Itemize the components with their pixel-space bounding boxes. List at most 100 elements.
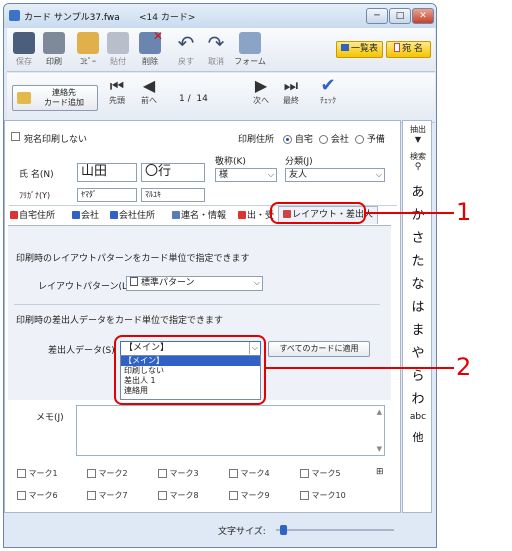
chevron-down-icon: ⌵ [375, 170, 382, 179]
minimize-button[interactable]: ─ [366, 8, 388, 24]
first-button[interactable]: ⏮ 先頭 [105, 77, 129, 106]
mark-1[interactable]: マーク1 [17, 468, 58, 479]
mark-7[interactable]: マーク7 [87, 490, 128, 501]
index-ma[interactable]: ま [403, 319, 433, 338]
form-button[interactable]: フォーム [233, 30, 267, 70]
close-button[interactable]: ✕ [412, 8, 434, 24]
copy-icon [77, 32, 99, 54]
no-print-checkbox[interactable] [11, 132, 20, 142]
font-size-slider[interactable] [276, 525, 394, 535]
status-bar: 文字サイズ: [4, 514, 432, 544]
maximize-button[interactable]: □ [389, 8, 411, 24]
print-address-label: 印刷住所 [238, 135, 275, 145]
last-name-field[interactable]: 山田 [77, 163, 137, 182]
printer-icon [43, 32, 65, 54]
sender-data-label: 差出人データ(S) [48, 346, 115, 356]
radio-company[interactable]: 会社 [319, 132, 349, 145]
radio-icon [283, 135, 292, 144]
callout-number-1: 1 [456, 198, 472, 226]
index-abc[interactable]: abc [403, 412, 433, 422]
window-title: カード サンプル37.fwa [24, 13, 120, 23]
tab-company-address[interactable]: 会社住所 [110, 208, 155, 224]
mark-4[interactable]: マーク4 [229, 468, 270, 479]
index-ya[interactable]: や [403, 342, 433, 361]
name-label: 氏 名(N) [19, 170, 54, 180]
scroll-up-icon[interactable]: ▲ [377, 408, 382, 416]
app-icon [9, 10, 20, 21]
index-wa[interactable]: わ [403, 388, 433, 407]
sender-description: 印刷時の差出人データをカード単位で指定できます [16, 316, 224, 326]
last-icon: ⏭ [283, 76, 299, 95]
extract-button[interactable]: 抽出 ▼ [403, 125, 433, 145]
index-sa[interactable]: さ [403, 227, 433, 246]
layout-description: 印刷時のレイアウトパターンをカード単位で指定できます [16, 254, 250, 264]
mark-3[interactable]: マーク3 [158, 468, 199, 479]
window-subtitle: <14 カード> [139, 13, 196, 23]
redo-icon: ↷ [207, 31, 225, 55]
list-view-button[interactable]: 一覧表 [336, 41, 383, 58]
prev-button[interactable]: ◀ 前へ [137, 77, 161, 106]
apply-all-button[interactable]: すべてのカードに適用 [268, 341, 370, 357]
checkbox-icon [17, 469, 26, 478]
index-ha[interactable]: は [403, 296, 433, 315]
mark-5[interactable]: マーク5 [300, 468, 341, 479]
check-button[interactable]: ✔ ﾁｪｯｸ [315, 77, 341, 106]
layout-pattern-select[interactable]: 標準パターン ⌵ [126, 276, 263, 291]
first-icon: ⏮ [109, 76, 125, 95]
slider-thumb[interactable] [280, 525, 287, 535]
atena-view-button[interactable]: 宛 名 [386, 41, 431, 58]
marks-settings-icon[interactable]: ⊞ [376, 467, 384, 477]
first-name-field[interactable]: 〇行 [141, 163, 205, 182]
panel-divider [14, 304, 380, 305]
layout-pattern-label: レイアウトパターン(L) [38, 282, 131, 292]
tab-company[interactable]: 会社 [72, 208, 99, 224]
checkbox-icon [229, 469, 238, 478]
checkbox-icon [300, 469, 309, 478]
honorific-select[interactable]: 様 ⌵ [215, 168, 277, 182]
checkbox-icon [229, 491, 238, 500]
radio-home[interactable]: 自宅 [283, 132, 313, 145]
next-button[interactable]: ▶ 次へ [249, 77, 273, 106]
mark-8[interactable]: マーク8 [158, 490, 199, 501]
home-icon [10, 211, 18, 219]
last-button[interactable]: ⏭ 最終 [279, 77, 303, 106]
category-select[interactable]: 友人 ⌵ [285, 168, 385, 182]
category-label: 分類(J) [285, 157, 313, 167]
furigana-first-field[interactable]: ﾏﾙﾕｷ [141, 188, 205, 202]
search-button[interactable]: 検索 ⚲ [403, 152, 433, 172]
paste-button[interactable]: 貼付 [103, 30, 133, 70]
toolbar: 保存 印刷 ｺﾋﾟｰ 貼付 ✕ 削除 ↶ 戻す ↷ 取消 フォーム 一覧表 宛 … [7, 28, 435, 72]
building-address-icon [110, 211, 118, 219]
index-other[interactable]: 他 [403, 429, 433, 445]
undo-button[interactable]: ↶ 戻す [171, 30, 201, 70]
print-button[interactable]: 印刷 [39, 30, 69, 70]
mark-10[interactable]: マーク10 [300, 490, 346, 501]
checkbox-icon [300, 491, 309, 500]
radio-spare[interactable]: 予備 [355, 132, 385, 145]
mark-2[interactable]: マーク2 [87, 468, 128, 479]
furigana-last-field[interactable]: ﾔﾏﾀﾞ [77, 188, 137, 202]
redo-button[interactable]: ↷ 取消 [201, 30, 231, 70]
copy-button[interactable]: ｺﾋﾟｰ [73, 30, 103, 70]
checkbox-icon [158, 491, 167, 500]
tab-home-address[interactable]: 自宅住所 [10, 208, 55, 224]
title-bar: カード サンプル37.fwa <14 カード> ─ □ ✕ [4, 4, 436, 28]
checkbox-icon [17, 491, 26, 500]
save-button[interactable]: 保存 [9, 30, 39, 70]
tab-joint-info[interactable]: 連名・情報 [172, 208, 226, 224]
callout-box-1 [270, 202, 366, 224]
scroll-down-icon[interactable]: ▼ [377, 445, 382, 453]
index-a[interactable]: あ [403, 181, 433, 200]
mark-6[interactable]: マーク6 [17, 490, 58, 501]
checkbox-icon [87, 469, 96, 478]
funnel-icon: ▼ [414, 135, 422, 144]
memo-field[interactable]: ▲ ▼ [76, 405, 385, 456]
add-card-button[interactable]: 連絡先 カード追加 [12, 85, 98, 111]
index-na[interactable]: な [403, 273, 433, 292]
checkbox-icon [87, 491, 96, 500]
card-position: 1 / 14 [179, 94, 208, 104]
callout-number-2: 2 [456, 353, 472, 381]
mark-9[interactable]: マーク9 [229, 490, 270, 501]
index-ta[interactable]: た [403, 250, 433, 269]
delete-button[interactable]: ✕ 削除 [135, 29, 165, 70]
